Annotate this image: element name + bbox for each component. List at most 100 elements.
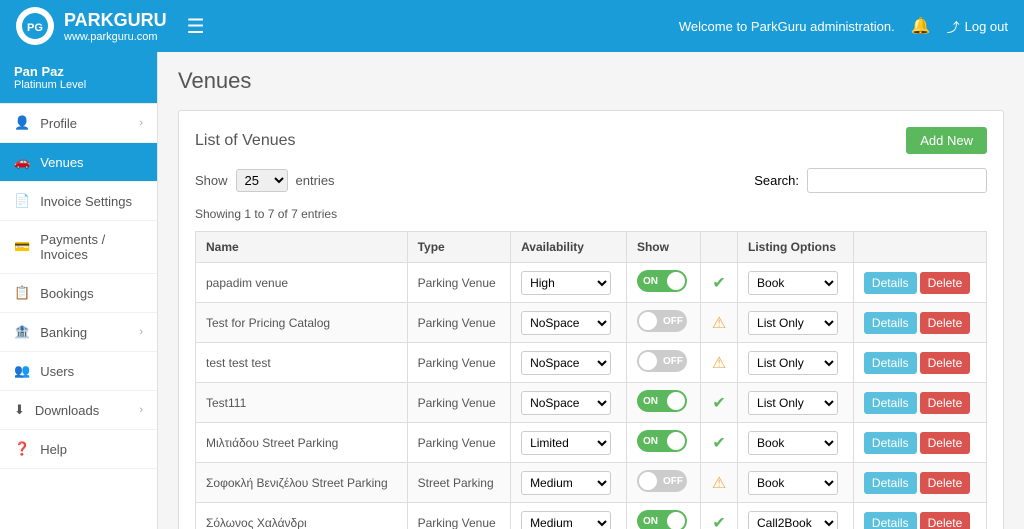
top-controls: Show 25 10 50 100 entries Search: [195,168,987,201]
cell-availability[interactable]: HighMediumLimitedNoSpace [511,263,627,303]
details-button[interactable]: Details [864,352,917,374]
sidebar-user-level: Platinum Level [14,79,143,91]
availability-select[interactable]: HighMediumLimitedNoSpace [521,391,611,415]
cell-availability[interactable]: HighMediumLimitedNoSpace [511,303,627,343]
cell-show[interactable]: ON [626,423,700,463]
cell-listing[interactable]: BookList OnlyCall2Book [738,303,854,343]
show-toggle[interactable]: ON [637,430,687,452]
delete-button[interactable]: Delete [920,392,971,414]
availability-select[interactable]: HighMediumLimitedNoSpace [521,351,611,375]
toggle-knob [667,512,685,529]
welcome-text: Welcome to ParkGuru administration. [679,19,895,34]
listing-select[interactable]: BookList OnlyCall2Book [748,471,838,495]
entries-select[interactable]: 25 10 50 100 [236,169,288,192]
sidebar-user-name: Pan Paz [14,64,143,79]
cell-listing[interactable]: BookList OnlyCall2Book [738,503,854,529]
cell-availability[interactable]: HighMediumLimitedNoSpace [511,463,627,503]
cell-show[interactable]: ON [626,263,700,303]
cell-actions: DetailsDelete [853,463,986,503]
sidebar-item-bookings[interactable]: 📋 Bookings [0,274,157,313]
delete-button[interactable]: Delete [920,512,971,529]
sidebar-item-label: Banking [40,325,87,340]
listing-select[interactable]: BookList OnlyCall2Book [748,351,838,375]
chevron-icon: › [139,117,143,129]
availability-select[interactable]: HighMediumLimitedNoSpace [521,431,611,455]
sidebar-item-downloads[interactable]: ⬇ Downloads › [0,391,157,430]
show-toggle[interactable]: ON [637,270,687,292]
delete-button[interactable]: Delete [920,272,971,294]
delete-button[interactable]: Delete [920,432,971,454]
cell-show[interactable]: OFF [626,343,700,383]
sidebar-item-label: Bookings [40,286,93,301]
details-button[interactable]: Details [864,392,917,414]
listing-select[interactable]: BookList OnlyCall2Book [748,311,838,335]
cell-availability[interactable]: HighMediumLimitedNoSpace [511,383,627,423]
cell-actions: DetailsDelete [853,303,986,343]
cell-actions: DetailsDelete [853,383,986,423]
cell-availability[interactable]: HighMediumLimitedNoSpace [511,423,627,463]
show-entries: Show 25 10 50 100 entries [195,169,335,192]
sidebar-item-banking[interactable]: 🏦 Banking › [0,313,157,352]
col-listing: Listing Options [738,232,854,263]
cell-show[interactable]: ON [626,383,700,423]
brand-sub: www.parkguru.com [64,31,167,43]
cell-listing[interactable]: BookList OnlyCall2Book [738,463,854,503]
warning-icon: ⚠ [712,475,726,492]
availability-select[interactable]: HighMediumLimitedNoSpace [521,511,611,529]
cell-availability[interactable]: HighMediumLimitedNoSpace [511,343,627,383]
delete-button[interactable]: Delete [920,472,971,494]
cell-name: test test test [196,343,408,383]
cell-listing[interactable]: BookList OnlyCall2Book [738,383,854,423]
cell-listing[interactable]: BookList OnlyCall2Book [738,263,854,303]
cell-name: Σοφοκλή Βενιζέλου Street Parking [196,463,408,503]
toggle-off-label: OFF [663,356,683,367]
entries-label: entries [296,173,335,188]
sidebar-item-payments-invoices[interactable]: 💳 Payments / Invoices [0,221,157,274]
search-input[interactable] [807,168,987,193]
sidebar-item-help[interactable]: ❓ Help [0,430,157,469]
show-toggle[interactable]: OFF [637,310,687,332]
table-row: Σοφοκλή Βενιζέλου Street ParkingStreet P… [196,463,987,503]
sidebar-item-venues[interactable]: 🚗 Venues [0,143,157,182]
table-header-row: Name Type Availability Show Listing Opti… [196,232,987,263]
details-button[interactable]: Details [864,512,917,529]
logout-button[interactable]: ⤴ Log out [947,17,1008,36]
listing-select[interactable]: BookList OnlyCall2Book [748,271,838,295]
delete-button[interactable]: Delete [920,352,971,374]
hamburger-button[interactable]: ☰ [187,14,205,39]
details-button[interactable]: Details [864,472,917,494]
sidebar-item-invoice-settings[interactable]: 📄 Invoice Settings [0,182,157,221]
delete-button[interactable]: Delete [920,312,971,334]
availability-select[interactable]: HighMediumLimitedNoSpace [521,471,611,495]
sidebar-item-profile[interactable]: 👤 Profile › [0,104,157,143]
show-toggle[interactable]: ON [637,510,687,529]
logo: PG PARKGURU www.parkguru.com [16,7,167,45]
showing-text: Showing 1 to 7 of 7 entries [195,207,987,221]
sidebar-item-users[interactable]: 👥 Users [0,352,157,391]
cell-show[interactable]: OFF [626,303,700,343]
show-toggle[interactable]: ON [637,390,687,412]
listing-select[interactable]: BookList OnlyCall2Book [748,431,838,455]
table-row: Test111Parking VenueHighMediumLimitedNoS… [196,383,987,423]
toggle-knob [639,472,657,490]
listing-select[interactable]: BookList OnlyCall2Book [748,511,838,529]
notification-bell-button[interactable]: 🔔 [911,16,931,36]
details-button[interactable]: Details [864,272,917,294]
cell-listing[interactable]: BookList OnlyCall2Book [738,343,854,383]
listing-select[interactable]: BookList OnlyCall2Book [748,391,838,415]
cell-listing[interactable]: BookList OnlyCall2Book [738,423,854,463]
details-button[interactable]: Details [864,312,917,334]
cell-show[interactable]: ON [626,503,700,529]
availability-select[interactable]: HighMediumLimitedNoSpace [521,271,611,295]
details-button[interactable]: Details [864,432,917,454]
bookings-icon: 📋 [14,285,30,301]
table-row: Σόλωνος ΧαλάνδριParking VenueHighMediumL… [196,503,987,529]
show-toggle[interactable]: OFF [637,350,687,372]
cell-show[interactable]: OFF [626,463,700,503]
show-toggle[interactable]: OFF [637,470,687,492]
toggle-on-label: ON [643,516,658,527]
availability-select[interactable]: HighMediumLimitedNoSpace [521,311,611,335]
check-icon: ✔ [712,515,725,529]
cell-availability[interactable]: HighMediumLimitedNoSpace [511,503,627,529]
add-new-button[interactable]: Add New [906,127,987,154]
